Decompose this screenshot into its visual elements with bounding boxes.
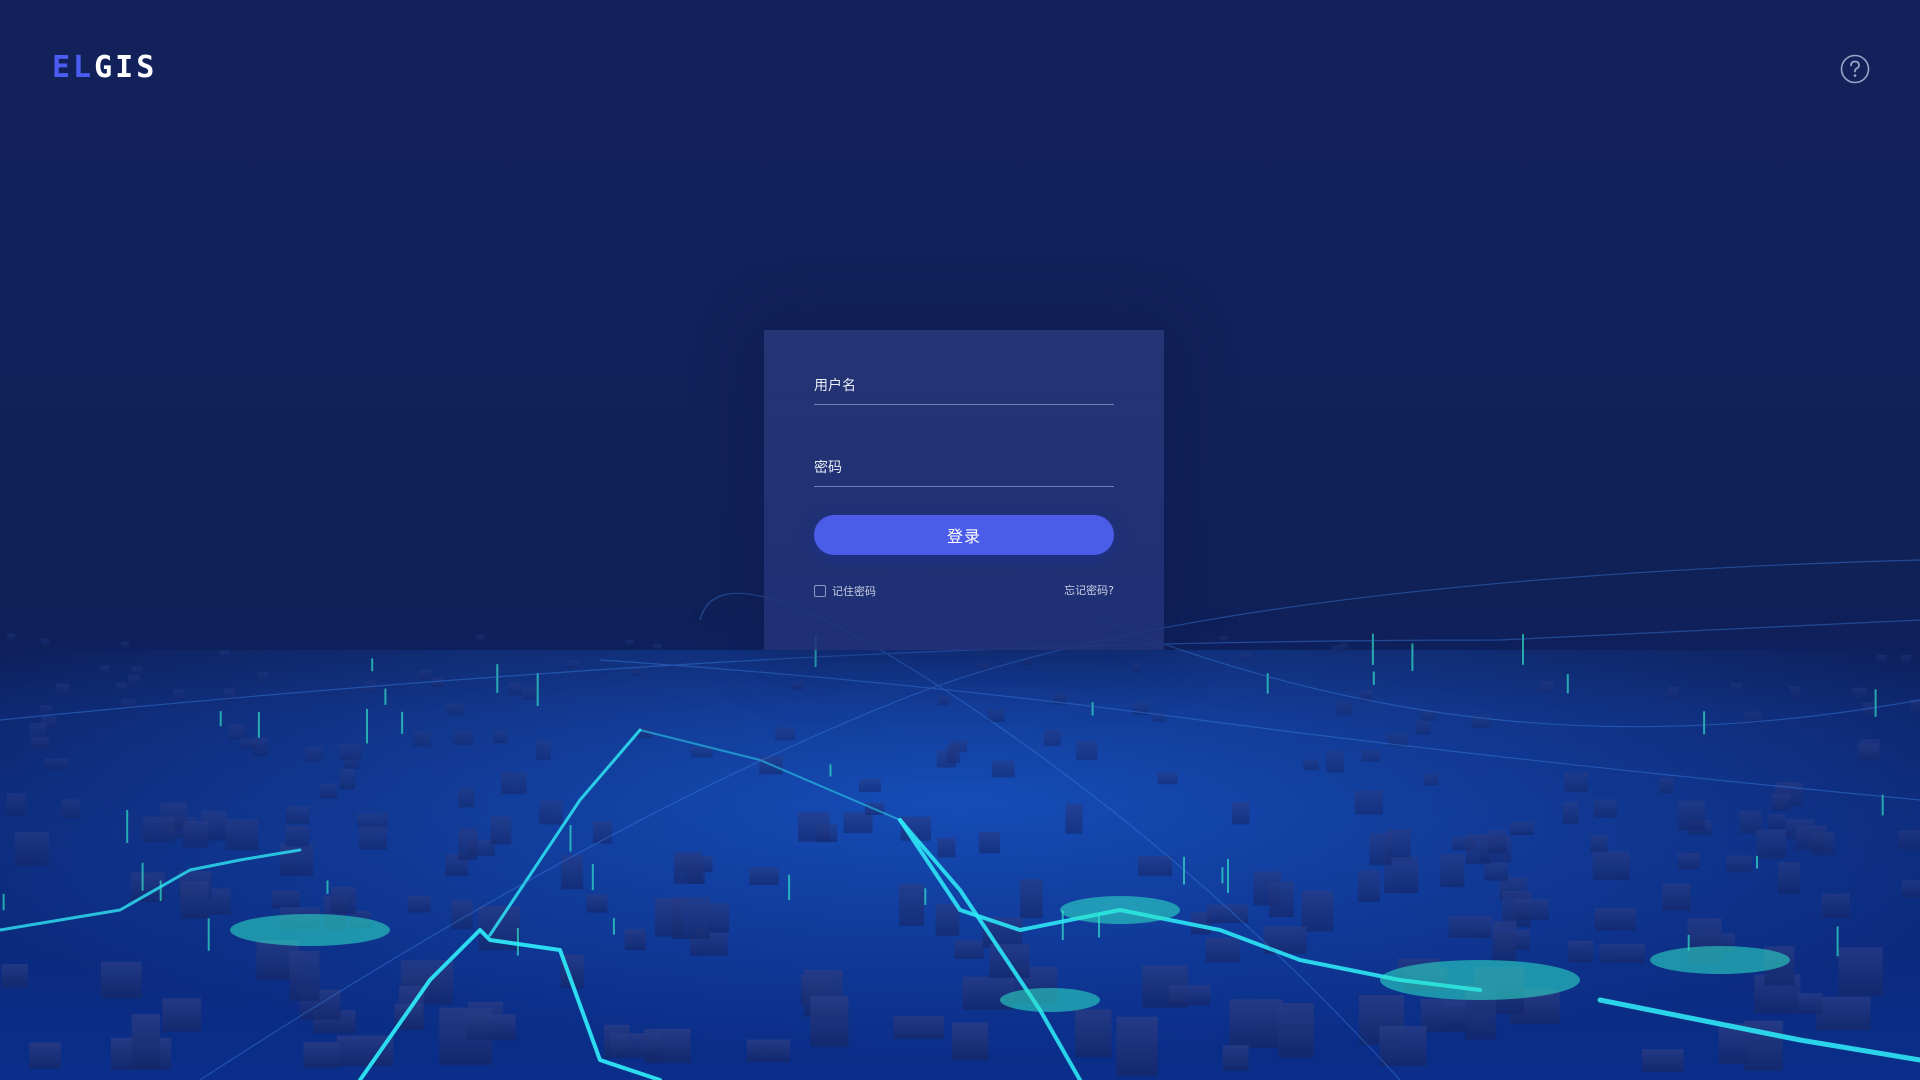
logo-prefix: EL [52,50,95,85]
login-card: 登录 记住密码 忘记密码? [764,330,1164,650]
login-button[interactable]: 登录 [814,515,1114,555]
question-circle-icon[interactable] [1840,54,1870,84]
remember-label: 记住密码 [832,585,876,598]
remember-checkbox[interactable] [814,585,826,597]
login-page: ELGIS 登录 记住密码 忘记密码? [0,0,1920,1080]
forgot-password-link[interactable]: 忘记密码? [1064,583,1114,599]
username-field-wrapper [814,370,1114,405]
password-input[interactable] [814,452,1114,484]
app-logo: EL GIS [52,52,157,84]
logo-suffix: GIS [94,50,158,85]
remember-password[interactable]: 记住密码 [814,583,876,599]
password-field-wrapper [814,452,1114,487]
username-input[interactable] [814,370,1114,402]
